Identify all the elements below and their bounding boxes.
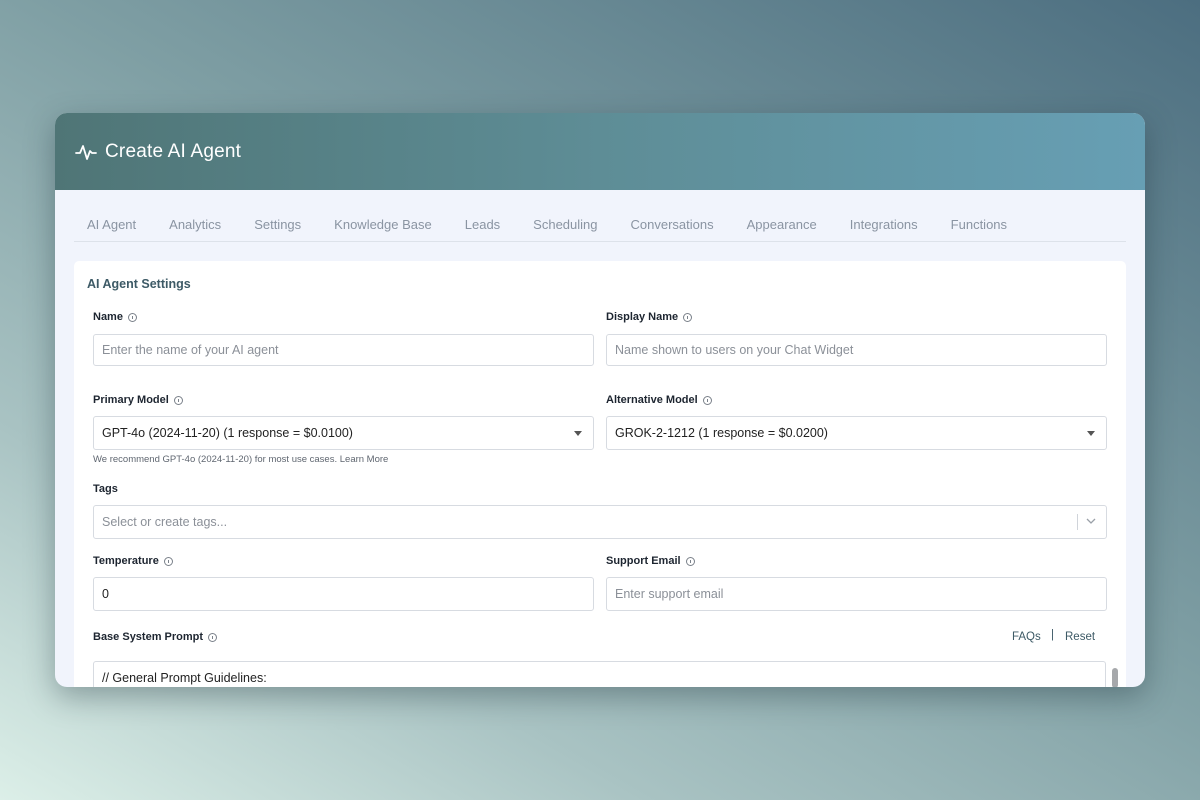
tab-ai-agent[interactable]: AI Agent (74, 213, 149, 237)
tags-divider (1077, 514, 1078, 530)
primary-model-label: Primary Model (93, 394, 183, 406)
alternative-model-value: GROK-2-1212 (1 response = $0.0200) (615, 426, 828, 440)
tab-appearance[interactable]: Appearance (734, 213, 830, 237)
create-agent-window: Create AI Agent AI Agent Analytics Setti… (55, 113, 1145, 687)
base-prompt-textarea[interactable]: // General Prompt Guidelines: (93, 661, 1106, 687)
tab-integrations[interactable]: Integrations (837, 213, 931, 237)
base-prompt-text: // General Prompt Guidelines: (102, 671, 267, 685)
page-title: Create AI Agent (105, 140, 242, 162)
alternative-model-label: Alternative Model (606, 394, 712, 406)
tab-bar: AI Agent Analytics Settings Knowledge Ba… (74, 213, 1126, 242)
support-email-input[interactable] (606, 577, 1107, 611)
temperature-input[interactable] (93, 577, 594, 611)
info-icon[interactable] (702, 395, 712, 405)
window-header: Create AI Agent (55, 113, 1145, 190)
caret-down-icon (1087, 431, 1095, 436)
faqs-link[interactable]: FAQs (1012, 631, 1041, 643)
primary-model-select[interactable]: GPT-4o (2024-11-20) (1 response = $0.010… (93, 416, 594, 450)
info-icon[interactable] (685, 556, 695, 566)
tags-label: Tags (93, 483, 118, 495)
temperature-label: Temperature (93, 555, 173, 567)
primary-model-helper: We recommend GPT-4o (2024-11-20) for mos… (93, 454, 389, 465)
tags-placeholder: Select or create tags... (102, 515, 228, 529)
info-icon[interactable] (173, 395, 183, 405)
reset-link[interactable]: Reset (1065, 631, 1095, 643)
tab-conversations[interactable]: Conversations (618, 213, 727, 237)
display-name-label-text: Display Name (606, 311, 679, 323)
tags-label-text: Tags (93, 483, 118, 495)
tags-select[interactable]: Select or create tags... (93, 505, 1107, 539)
name-input[interactable] (93, 334, 594, 366)
temperature-label-text: Temperature (93, 555, 159, 567)
tab-leads[interactable]: Leads (452, 213, 513, 237)
name-label-text: Name (93, 311, 123, 323)
tab-knowledge-base[interactable]: Knowledge Base (321, 213, 445, 237)
info-icon[interactable] (683, 312, 693, 322)
activity-pulse-icon (75, 141, 97, 163)
tab-functions[interactable]: Functions (938, 213, 1020, 237)
scrollbar-thumb[interactable] (1112, 668, 1118, 687)
chevron-down-icon[interactable] (1086, 516, 1096, 526)
settings-card: AI Agent Settings Name Display Name Prim… (74, 261, 1126, 687)
info-icon[interactable] (208, 632, 218, 642)
base-prompt-label-text: Base System Prompt (93, 631, 204, 643)
caret-down-icon (574, 431, 582, 436)
tab-scheduling[interactable]: Scheduling (520, 213, 610, 237)
display-name-label: Display Name (606, 311, 693, 323)
alternative-model-label-text: Alternative Model (606, 394, 698, 406)
tab-settings[interactable]: Settings (241, 213, 314, 237)
support-email-label-text: Support Email (606, 555, 681, 567)
alternative-model-select[interactable]: GROK-2-1212 (1 response = $0.0200) (606, 416, 1107, 450)
link-separator: | (1051, 629, 1054, 641)
info-icon[interactable] (163, 556, 173, 566)
primary-model-value: GPT-4o (2024-11-20) (1 response = $0.010… (102, 426, 353, 440)
display-name-input[interactable] (606, 334, 1107, 366)
tab-analytics[interactable]: Analytics (156, 213, 234, 237)
support-email-label: Support Email (606, 555, 695, 567)
name-label: Name (93, 311, 137, 323)
base-prompt-label: Base System Prompt (93, 631, 218, 643)
primary-model-label-text: Primary Model (93, 394, 169, 406)
section-title: AI Agent Settings (87, 277, 191, 291)
info-icon[interactable] (127, 312, 137, 322)
